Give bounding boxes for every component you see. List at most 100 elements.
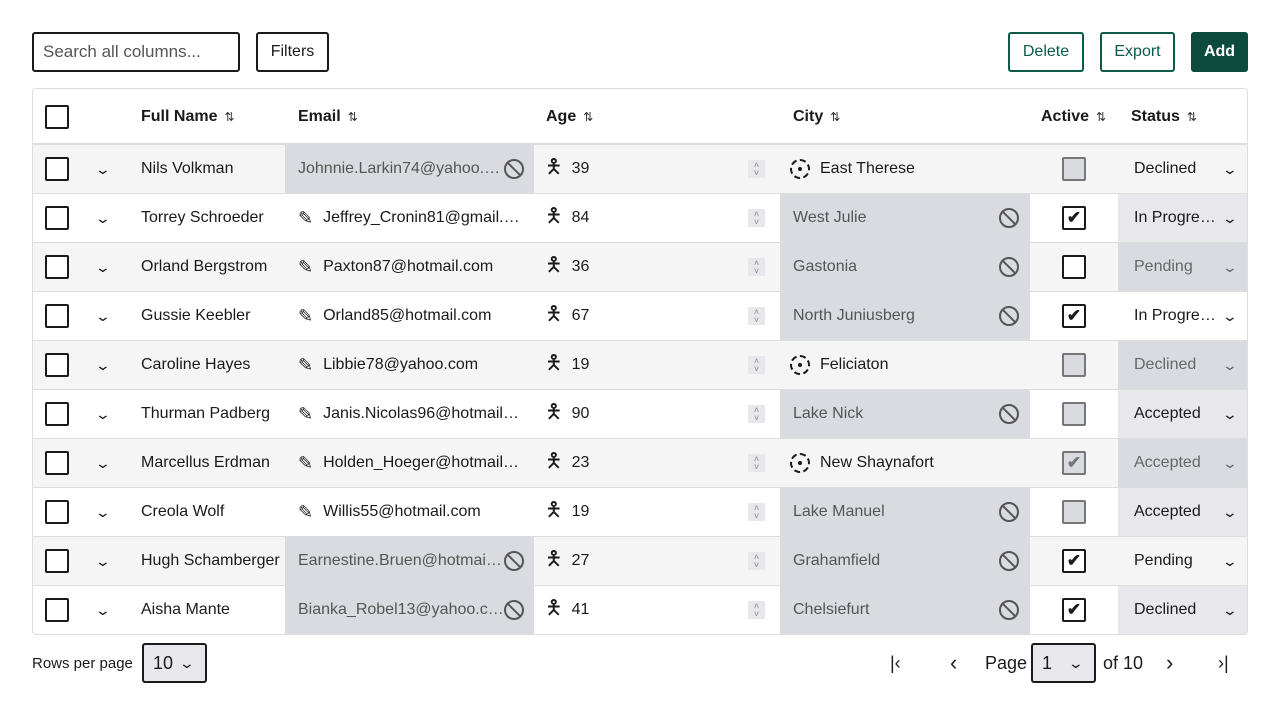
page-select[interactable]: 1 ⌄: [1031, 643, 1096, 683]
export-button[interactable]: Export: [1100, 32, 1175, 72]
row-select-checkbox[interactable]: [45, 353, 69, 377]
status-select[interactable]: Accepted ⌄: [1118, 488, 1247, 536]
number-stepper[interactable]: ˄ ˅: [748, 601, 765, 619]
age-cell[interactable]: 🯅 19 ˄ ˅: [534, 341, 780, 389]
full-name-cell: Marcellus Erdman: [141, 439, 270, 487]
status-select[interactable]: Declined ⌄: [1118, 586, 1247, 634]
select-all-checkbox[interactable]: [45, 105, 69, 129]
header-age[interactable]: Age ⇅: [546, 89, 593, 145]
disabled-icon: [999, 404, 1019, 424]
header-status[interactable]: Status ⇅: [1131, 89, 1197, 145]
city-cell[interactable]: East Therese: [780, 145, 1030, 193]
number-stepper[interactable]: ˄ ˅: [748, 160, 765, 178]
pencil-icon: ✎: [298, 256, 314, 277]
chevron-down-icon: ⌄: [1067, 654, 1085, 671]
email-cell[interactable]: ✎ Orland85@hotmail.com: [285, 292, 534, 340]
number-stepper[interactable]: ˄ ˅: [748, 552, 765, 570]
expand-row-chevron-icon[interactable]: ⌄: [95, 161, 111, 178]
age-cell[interactable]: 🯅 67 ˄ ˅: [534, 292, 780, 340]
status-select[interactable]: In Progre… ⌄: [1118, 194, 1247, 242]
email-value: Libbie78@yahoo.com: [323, 356, 479, 373]
sort-icon[interactable]: ⇅: [583, 110, 593, 124]
sort-icon[interactable]: ⇅: [348, 110, 358, 124]
status-value: In Progre…: [1134, 307, 1216, 324]
header-active[interactable]: Active ⇅: [1041, 89, 1106, 145]
header-full-name[interactable]: Full Name ⇅: [141, 89, 235, 145]
age-cell[interactable]: 🯅 27 ˄ ˅: [534, 537, 780, 585]
row-select-checkbox[interactable]: [45, 500, 69, 524]
disabled-icon: [999, 257, 1019, 277]
add-button[interactable]: Add: [1191, 32, 1248, 72]
number-stepper[interactable]: ˄ ˅: [748, 258, 765, 276]
city-cell[interactable]: New Shaynafort: [780, 439, 1030, 487]
age-cell[interactable]: 🯅 39 ˄ ˅: [534, 145, 780, 193]
email-cell[interactable]: ✎ Holden_Hoeger@hotmail. …: [285, 439, 534, 487]
page-value: 1: [1042, 652, 1053, 673]
age-cell[interactable]: 🯅 23 ˄ ˅: [534, 439, 780, 487]
expand-row-chevron-icon[interactable]: ⌄: [95, 357, 111, 374]
email-cell[interactable]: ✎ Paxton87@hotmail.com: [285, 243, 534, 291]
row-select-checkbox[interactable]: [45, 402, 69, 426]
number-stepper[interactable]: ˄ ˅: [748, 356, 765, 374]
status-select[interactable]: Declined ⌄: [1118, 145, 1247, 193]
full-name-value: Orland Bergstrom: [141, 258, 268, 275]
expand-row-chevron-icon[interactable]: ⌄: [95, 602, 111, 619]
row-select-checkbox[interactable]: [45, 206, 69, 230]
number-stepper[interactable]: ˄ ˅: [748, 454, 765, 472]
expand-row-chevron-icon[interactable]: ⌄: [95, 553, 111, 570]
row-select-checkbox[interactable]: [45, 549, 69, 573]
row-select-checkbox[interactable]: [45, 157, 69, 181]
age-cell[interactable]: 🯅 84 ˄ ˅: [534, 194, 780, 242]
header-city[interactable]: City ⇅: [793, 89, 840, 145]
sort-icon[interactable]: ⇅: [1187, 110, 1197, 124]
delete-button[interactable]: Delete: [1008, 32, 1084, 72]
age-cell[interactable]: 🯅 41 ˄ ˅: [534, 586, 780, 634]
expand-row-chevron-icon[interactable]: ⌄: [95, 210, 111, 227]
expand-row-chevron-icon[interactable]: ⌄: [95, 504, 111, 521]
header-email[interactable]: Email ⇅: [298, 89, 358, 145]
row-select-checkbox[interactable]: [45, 304, 69, 328]
active-checkbox[interactable]: [1062, 255, 1086, 279]
age-cell[interactable]: 🯅 36 ˄ ˅: [534, 243, 780, 291]
age-cell[interactable]: 🯅 19 ˄ ˅: [534, 488, 780, 536]
age-cell[interactable]: 🯅 90 ˄ ˅: [534, 390, 780, 438]
email-cell[interactable]: ✎ Libbie78@yahoo.com: [285, 341, 534, 389]
table-row: ⌄ Creola Wolf ✎ Willis55@hotmail.com 🯅 19 ˄…: [33, 488, 1247, 537]
sort-icon[interactable]: ⇅: [1096, 110, 1106, 124]
expand-row-chevron-icon[interactable]: ⌄: [95, 406, 111, 423]
previous-page-button[interactable]: ‹: [950, 643, 957, 683]
accessibility-person-icon: 🯅: [545, 450, 563, 472]
first-page-button[interactable]: |‹: [890, 643, 901, 683]
status-select[interactable]: Pending ⌄: [1118, 537, 1247, 585]
email-cell[interactable]: ✎ Jeffrey_Cronin81@gmail. …: [285, 194, 534, 242]
email-cell[interactable]: ✎ Willis55@hotmail.com: [285, 488, 534, 536]
last-page-button[interactable]: ›|: [1218, 643, 1229, 683]
status-select[interactable]: Accepted ⌄: [1118, 390, 1247, 438]
sort-icon[interactable]: ⇅: [830, 110, 840, 124]
active-checkbox[interactable]: ✔: [1062, 549, 1086, 573]
rows-per-page-select[interactable]: 10 ⌄: [142, 643, 207, 683]
status-select[interactable]: In Progre… ⌄: [1118, 292, 1247, 340]
city-cell[interactable]: Feliciaton: [780, 341, 1030, 389]
active-checkbox[interactable]: ✔: [1062, 598, 1086, 622]
filters-button[interactable]: Filters: [256, 32, 329, 72]
expand-row-chevron-icon[interactable]: ⌄: [95, 308, 111, 325]
active-checkbox[interactable]: ✔: [1062, 206, 1086, 230]
disabled-icon: [504, 600, 524, 620]
next-page-button[interactable]: ›: [1166, 643, 1173, 683]
row-select-checkbox[interactable]: [45, 598, 69, 622]
number-stepper[interactable]: ˄ ˅: [748, 405, 765, 423]
active-checkbox: ✔: [1062, 451, 1086, 475]
number-stepper[interactable]: ˄ ˅: [748, 503, 765, 521]
email-cell[interactable]: ✎ Janis.Nicolas96@hotmail. …: [285, 390, 534, 438]
status-value: Pending: [1134, 552, 1193, 569]
search-input[interactable]: [32, 32, 240, 72]
number-stepper[interactable]: ˄ ˅: [748, 209, 765, 227]
expand-row-chevron-icon[interactable]: ⌄: [95, 259, 111, 276]
number-stepper[interactable]: ˄ ˅: [748, 307, 765, 325]
expand-row-chevron-icon[interactable]: ⌄: [95, 455, 111, 472]
row-select-checkbox[interactable]: [45, 451, 69, 475]
row-select-checkbox[interactable]: [45, 255, 69, 279]
sort-icon[interactable]: ⇅: [224, 110, 234, 124]
active-checkbox[interactable]: ✔: [1062, 304, 1086, 328]
